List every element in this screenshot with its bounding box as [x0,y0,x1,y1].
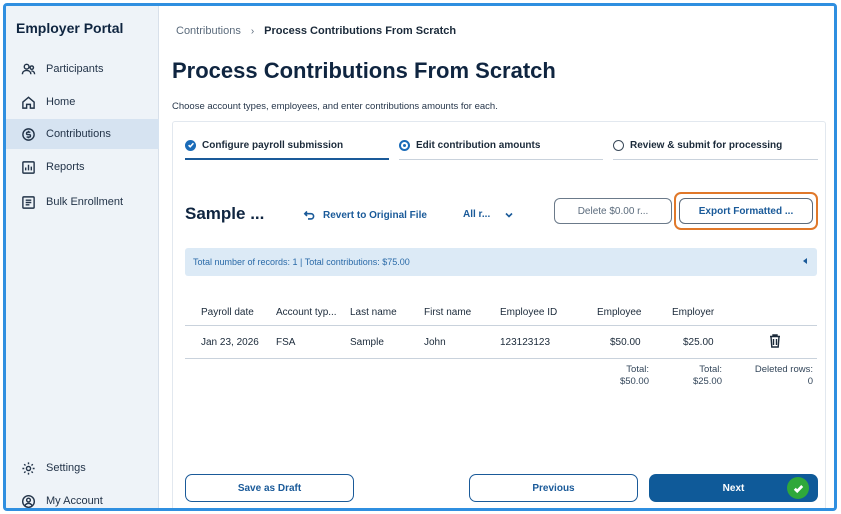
cell-account-type: FSA [276,337,296,348]
sidebar-item-label: Reports [46,161,85,173]
main-content: Contributions › Process Contributions Fr… [160,6,834,508]
cell-employee-amount[interactable]: $50.00 [610,337,641,348]
sidebar-item-home[interactable]: Home [6,87,159,117]
revert-label: Revert to Original File [323,209,427,221]
column-header-last-name[interactable]: Last name [350,307,397,318]
page-subtitle: Choose account types, employees, and ent… [172,101,498,112]
revert-to-original-button[interactable]: Revert to Original File [303,209,427,221]
people-icon [20,61,36,77]
divider [185,358,817,359]
account-icon [20,493,36,508]
column-header-account-type[interactable]: Account typ... [276,307,337,318]
pending-step-icon [613,140,624,151]
save-as-draft-button[interactable]: Save as Draft [185,474,354,502]
chart-icon [20,159,36,175]
deleted-rows-label: Deleted rows: [754,364,813,375]
column-header-first-name[interactable]: First name [424,307,471,318]
dollar-icon [20,126,36,142]
employee-total-label: Total: [626,364,649,375]
export-formatted-button[interactable]: Export Formatted ... [679,198,813,224]
sidebar-item-label: Settings [46,462,86,474]
employer-total-value: $25.00 [692,376,722,387]
deleted-rows-count: Deleted rows: 0 [743,364,813,388]
step-label: Edit contribution amounts [416,140,541,151]
employer-total-label: Total: [699,364,722,375]
sidebar-item-settings[interactable]: Settings [6,453,159,483]
step-label: Configure payroll submission [202,139,344,151]
sidebar: Employer Portal Participants Home Contri… [6,6,159,508]
check-circle-icon [185,139,196,151]
contributions-card: Configure payroll submission Edit contri… [172,121,826,508]
sidebar-item-participants[interactable]: Participants [6,54,159,84]
sidebar-item-label: Contributions [46,128,111,140]
next-label: Next [722,482,745,494]
employee-total: Total: $50.00 [603,364,649,388]
next-button[interactable]: Next [649,474,818,502]
column-header-employee[interactable]: Employee [597,307,641,318]
file-title: Sample ... [185,204,265,223]
caret-left-icon[interactable] [803,258,807,264]
undo-icon [303,210,315,220]
sidebar-item-bulk-enrollment[interactable]: Bulk Enrollment [6,187,159,217]
sidebar-item-label: Participants [46,63,104,75]
records-filter-dropdown[interactable]: All r... [463,209,514,220]
cell-first-name: John [424,337,446,348]
sidebar-item-label: My Account [46,495,103,507]
current-step-icon [399,140,410,151]
sidebar-item-contributions[interactable]: Contributions [6,119,159,149]
breadcrumb-parent-link[interactable]: Contributions [176,25,241,37]
column-header-employee-id[interactable]: Employee ID [500,307,557,318]
summary-bar[interactable]: Total number of records: 1 | Total contr… [185,248,817,276]
step-review-submit[interactable]: Review & submit for processing [613,132,818,160]
breadcrumb: Contributions › Process Contributions Fr… [176,25,456,37]
filter-label: All r... [463,209,491,220]
employee-total-value: $50.00 [619,376,649,387]
page-title: Process Contributions From Scratch [172,58,556,83]
cell-employer-amount[interactable]: $25.00 [683,337,714,348]
deleted-rows-value: 0 [807,376,813,387]
step-label: Review & submit for processing [630,140,783,151]
divider [185,325,817,326]
brand-title: Employer Portal [16,20,124,36]
summary-text: Total number of records: 1 | Total contr… [193,257,410,267]
column-header-employer[interactable]: Employer [672,307,714,318]
previous-button[interactable]: Previous [469,474,638,502]
delete-zero-rows-button[interactable]: Delete $0.00 r... [554,198,672,224]
gear-icon [20,460,36,476]
app-window: Employer Portal Participants Home Contri… [3,3,837,511]
breadcrumb-current: Process Contributions From Scratch [264,25,457,37]
sidebar-item-label: Home [46,96,76,108]
trash-icon[interactable] [768,333,782,349]
step-configure-payroll[interactable]: Configure payroll submission [185,132,389,160]
home-icon [20,94,36,110]
cell-last-name: Sample [350,337,384,348]
column-header-payroll-date[interactable]: Payroll date [201,307,254,318]
step-edit-contributions[interactable]: Edit contribution amounts [399,132,603,160]
cell-employee-id: 123123123 [500,337,551,348]
list-icon [20,194,36,210]
check-icon [787,477,809,499]
employer-total: Total: $25.00 [676,364,722,388]
sidebar-item-my-account[interactable]: My Account [6,486,159,508]
chevron-right-icon: › [250,25,255,37]
chevron-down-icon [505,212,513,218]
cell-payroll-date: Jan 23, 2026 [201,337,259,348]
sidebar-item-label: Bulk Enrollment [46,196,124,208]
sidebar-item-reports[interactable]: Reports [6,152,159,182]
